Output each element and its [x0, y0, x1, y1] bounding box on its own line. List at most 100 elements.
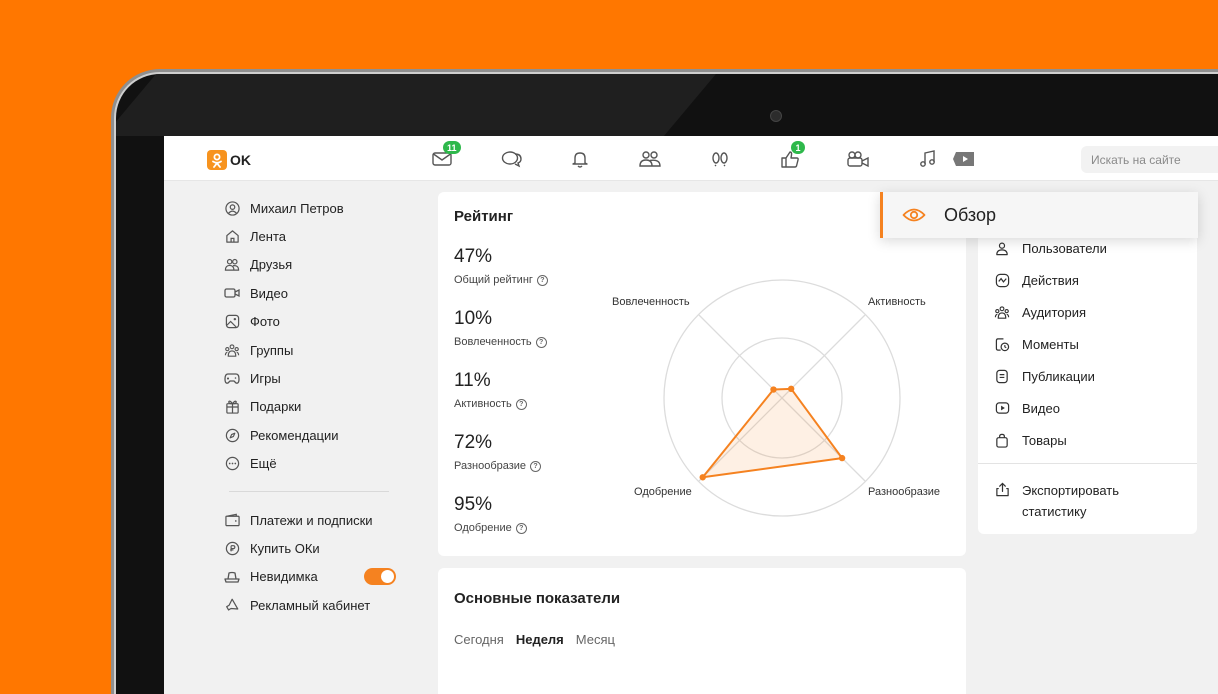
stats-navigation-panel: Пользователи Действия Аудитория Моменты … [978, 234, 1197, 534]
active-indicator [880, 192, 883, 238]
radar-point-4[interactable] [699, 474, 706, 481]
top-navigation-bar: OK 11 1 [164, 136, 1218, 181]
nav-item-users[interactable]: Пользователи [994, 240, 1107, 256]
screen: OK 11 1 Искать на сайте Михаил Петров Ле… [164, 136, 1218, 694]
bezel-reflection [116, 74, 716, 136]
more-icon [224, 456, 240, 472]
tab-today[interactable]: Сегодня [454, 632, 504, 647]
mail-icon[interactable]: 11 [430, 141, 461, 170]
sidebar-item-invisible[interactable]: Невидимка [224, 563, 404, 591]
sidebar-item-photo[interactable]: Фото [224, 308, 404, 336]
left-sidebar: Михаил Петров Лента Друзья Видео Фото Гр… [224, 194, 404, 619]
sidebar-item-label: Невидимка [250, 569, 318, 585]
nav-item-goods[interactable]: Товары [994, 432, 1067, 448]
site-search-input[interactable] [1081, 146, 1218, 173]
eye-icon [902, 203, 926, 227]
sidebar-item-video[interactable]: Видео [224, 279, 404, 307]
rating-card: Рейтинг 47% Общий рейтинг? 10% Вовлеченн… [438, 192, 966, 556]
sidebar-item-buy-oki[interactable]: Купить ОКи [224, 534, 404, 562]
wallet-icon [224, 512, 240, 528]
radar-label-diversity: Разнообразие [868, 486, 941, 498]
sidebar-item-label: Рекламный кабинет [250, 597, 371, 613]
chat-icon[interactable] [500, 148, 524, 170]
moments-icon [994, 336, 1010, 352]
gift-icon [224, 399, 240, 415]
sidebar-item-friends[interactable]: Друзья [224, 251, 404, 279]
nav-item-publications[interactable]: Публикации [994, 368, 1095, 384]
radar-point-2[interactable] [787, 385, 795, 393]
hat-icon [224, 569, 240, 585]
export-label-line2: статистику [1022, 504, 1087, 519]
sidebar-item-ads-cabinet[interactable]: Рекламный кабинет [224, 591, 404, 619]
main-indicators-title: Основные показатели [454, 590, 621, 607]
video-icon [224, 285, 240, 301]
bag-icon [994, 432, 1010, 448]
sidebar-item-label: Рекомендации [250, 427, 339, 443]
radar-label-activity: Активность [868, 296, 926, 308]
sidebar-item-label: Михаил Петров [250, 200, 344, 216]
tab-month[interactable]: Месяц [576, 632, 615, 647]
nav-item-audience[interactable]: Аудитория [994, 304, 1086, 320]
laptop-frame: OK 11 1 Искать на сайте Михаил Петров Ле… [116, 74, 1218, 694]
ok-logo[interactable]: OK [207, 150, 251, 170]
nav-item-label: Действия [1022, 272, 1079, 288]
likes-badge: 1 [791, 141, 805, 154]
video-camera-icon[interactable] [846, 148, 870, 170]
user-icon [224, 200, 240, 216]
nav-item-label: Пользователи [1022, 240, 1107, 256]
nav-item-video[interactable]: Видео [994, 400, 1060, 416]
sidebar-item-payments[interactable]: Платежи и подписки [224, 506, 404, 534]
photo-icon [224, 314, 240, 330]
user-icon [994, 240, 1010, 256]
nav-item-label: Аудитория [1022, 304, 1087, 320]
compass-icon [224, 427, 240, 443]
main-indicators-card: Основные показатели Сегодня Неделя Месяц [438, 568, 966, 694]
sidebar-item-label: Группы [250, 342, 294, 358]
music-icon[interactable] [916, 148, 940, 170]
sidebar-item-label: Лента [250, 229, 286, 245]
audience-icon [994, 304, 1010, 320]
export-label-line1: Экспортировать [1022, 483, 1119, 498]
sidebar-item-label: Купить ОКи [250, 540, 320, 556]
home-icon [224, 229, 240, 245]
sidebar-item-label: Друзья [250, 257, 293, 273]
export-statistics-button[interactable]: Экспортировать статистику [994, 480, 1119, 522]
sidebar-item-feed[interactable]: Лента [224, 222, 404, 250]
coin-icon [224, 540, 240, 556]
sidebar-item-games[interactable]: Игры [224, 364, 404, 392]
period-tabs: Сегодня Неделя Месяц [454, 632, 615, 647]
sidebar-item-profile[interactable]: Михаил Петров [224, 194, 404, 222]
radar-series-area [701, 387, 844, 479]
nav-item-label: Моменты [1022, 336, 1079, 352]
sidebar-item-label: Подарки [250, 399, 302, 415]
nav-item-overview[interactable]: Обзор [880, 192, 1198, 238]
export-icon [994, 481, 1010, 497]
radar-point-3[interactable] [838, 454, 846, 462]
publications-icon [994, 368, 1010, 384]
play-icon [994, 400, 1010, 416]
invisible-toggle[interactable] [364, 568, 396, 586]
video-tab-icon[interactable] [952, 148, 976, 170]
megaphone-icon [224, 597, 240, 613]
nav-item-moments[interactable]: Моменты [994, 336, 1079, 352]
nav-item-label: Публикации [1022, 368, 1095, 384]
sidebar-item-gifts[interactable]: Подарки [224, 393, 404, 421]
sidebar-item-groups[interactable]: Группы [224, 336, 404, 364]
friends-icon [224, 257, 240, 273]
panel-divider [978, 463, 1197, 464]
sidebar-item-label: Платежи и подписки [250, 512, 373, 528]
webcam [770, 110, 782, 122]
overview-label: Обзор [944, 204, 996, 225]
like-icon[interactable]: 1 [778, 141, 805, 170]
tab-week[interactable]: Неделя [516, 632, 564, 647]
sidebar-item-more[interactable]: Ещё [224, 450, 404, 478]
radar-label-approval: Одобрение [634, 486, 692, 498]
nav-item-actions[interactable]: Действия [994, 272, 1079, 288]
bell-icon[interactable] [568, 148, 592, 170]
friends-icon[interactable] [638, 148, 662, 170]
footprints-icon[interactable] [708, 148, 732, 170]
nav-item-label: Товары [1022, 432, 1067, 448]
sidebar-item-label: Видео [250, 285, 288, 301]
sidebar-item-recommendations[interactable]: Рекомендации [224, 421, 404, 449]
radar-point-1[interactable] [770, 386, 777, 393]
